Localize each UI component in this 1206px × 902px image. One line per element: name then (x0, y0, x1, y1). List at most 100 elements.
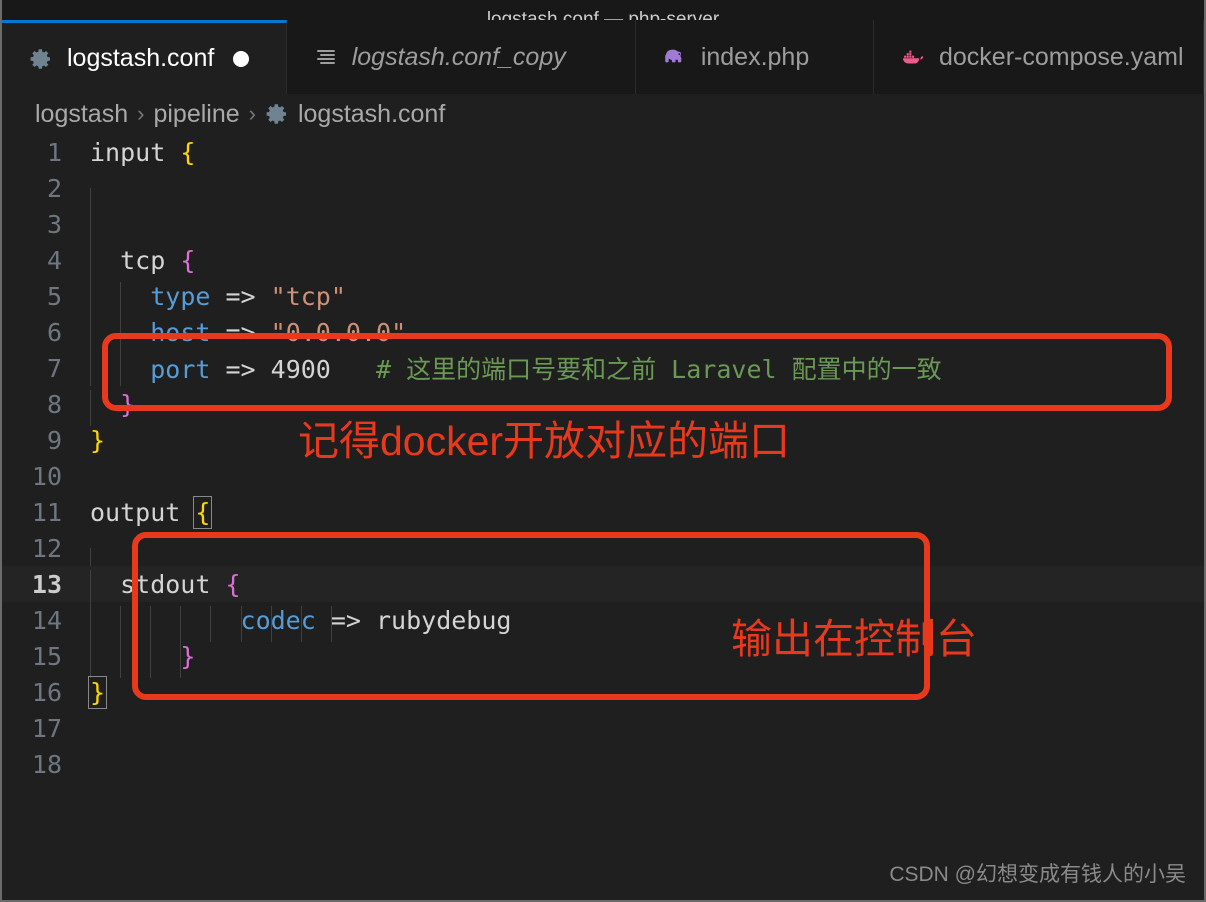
code-line-text: type => "tcp" (90, 281, 1204, 318)
code-line[interactable]: 18 (2, 746, 1204, 782)
code-editor[interactable]: 1 input {2 3 4 tcp {5 type => "tcp" 6 host =… (2, 134, 1204, 900)
code-token: } (120, 389, 136, 419)
code-line-text: } (90, 389, 1204, 426)
code-token: => (210, 317, 271, 347)
unsaved-indicator-icon[interactable] (233, 50, 250, 67)
indent-guide (180, 641, 182, 678)
breadcrumb-item[interactable]: logstash.conf (298, 100, 445, 129)
code-token: => (210, 355, 271, 384)
code-line[interactable]: 11 output { (2, 494, 1204, 530)
indent-guide (90, 317, 91, 354)
line-number: 9 (46, 425, 62, 455)
indent-guide (90, 389, 91, 426)
code-line[interactable]: 12 (2, 530, 1204, 584)
code-token: "0.0.0.0" (270, 317, 407, 347)
line-number: 1 (46, 137, 62, 167)
annotation-docker-port: 记得docker开放对应的端口 (298, 418, 791, 464)
line-number: 16 (31, 677, 62, 707)
code-line[interactable]: 6 host => "0.0.0.0" (2, 314, 1204, 354)
code-line[interactable]: 8 } (2, 386, 1204, 426)
code-token: { (225, 569, 241, 599)
indent-guide (90, 569, 91, 606)
annotation-console-output: 输出在控制台 (731, 616, 977, 662)
code-token: => (210, 281, 271, 311)
line-number: 14 (31, 605, 62, 635)
indent-guide (90, 350, 91, 386)
code-line-text: tcp { (90, 245, 1204, 282)
indent-guide (150, 605, 152, 642)
indent-guide (120, 281, 122, 318)
indent-guide (330, 605, 332, 642)
line-number: 6 (46, 317, 62, 347)
editor-tab-index-php[interactable]: index.php (635, 20, 874, 94)
editor-tab-logstash-conf[interactable]: logstash.conf (2, 20, 287, 94)
code-token: host (150, 317, 211, 347)
code-token: "tcp" (270, 281, 346, 311)
indent-guide (150, 641, 152, 678)
code-line[interactable]: 1 input { (2, 134, 1204, 170)
code-token: rubydebug (376, 605, 512, 635)
editor-tab-bar: logstash.conf logstash.conf_copy index.php… (2, 20, 1204, 94)
docker-whale-icon (900, 44, 926, 70)
code-line[interactable]: 17 (2, 710, 1204, 746)
code-token: type (150, 281, 211, 311)
code-line[interactable]: 16} (2, 674, 1204, 710)
code-line[interactable]: 5 type => "tcp" (2, 278, 1204, 318)
line-number: 12 (31, 533, 62, 563)
code-token: { (180, 137, 196, 167)
indent-guide (90, 641, 91, 678)
code-line-text: codec => rubydebug (90, 605, 1204, 642)
line-number: 11 (31, 497, 62, 527)
indent-guide (120, 641, 122, 678)
code-token: } (90, 425, 106, 455)
breadcrumb-item[interactable]: pipeline (153, 100, 239, 129)
code-token: { (193, 495, 213, 529)
code-token: # 这里的端口号要和之前 Laravel 配置中的一致 (330, 355, 942, 384)
indent-guide (180, 605, 182, 642)
code-line-text: input { (90, 138, 1204, 167)
line-number: 7 (46, 353, 62, 383)
code-token: 4900 (270, 355, 331, 384)
editor-tab-logstash-conf-copy[interactable]: logstash.conf_copy (286, 20, 636, 94)
editor-tab-label: docker-compose.yaml (939, 42, 1184, 71)
window-titlebar: logstash.conf — php-server (2, 0, 1204, 20)
code-token: tcp (90, 245, 181, 275)
indent-guide (90, 605, 91, 642)
breadcrumb-item[interactable]: logstash (35, 100, 128, 129)
code-line[interactable]: 4 tcp { (2, 242, 1204, 282)
editor-tab-label: logstash.conf_copy (351, 42, 566, 71)
breadcrumb-separator-icon: › (248, 101, 256, 126)
line-number: 15 (31, 641, 62, 671)
code-token: input (90, 137, 181, 167)
code-line[interactable]: 14 codec => rubydebug (2, 602, 1204, 642)
code-line[interactable]: 15 } (2, 638, 1204, 678)
code-line[interactable]: 2 (2, 170, 1204, 224)
editor-tab-docker-compose-yaml[interactable]: docker-compose.yaml (874, 20, 1204, 94)
code-token: stdout (90, 569, 226, 599)
code-line[interactable]: 7 port => 4900 # 这里的端口号要和之前 Laravel 配置中的… (2, 350, 1204, 386)
code-token: output (90, 497, 196, 527)
line-number: 3 (46, 209, 62, 239)
editor-tab-label: logstash.conf (67, 44, 215, 72)
indent-guide (120, 317, 122, 354)
line-number: 5 (46, 281, 62, 311)
indent-guide (90, 245, 91, 282)
window-title: logstash.conf — php-server (486, 9, 720, 20)
line-number: 13 (31, 569, 62, 599)
code-line[interactable]: 13 stdout { (2, 566, 1204, 606)
code-token: codec (240, 605, 316, 635)
code-token: { (180, 245, 196, 275)
line-number: 8 (46, 389, 62, 419)
indent-guide (240, 605, 242, 642)
line-number: 2 (46, 173, 62, 203)
code-line-text: output { (90, 495, 1204, 529)
code-token: => (315, 605, 376, 635)
code-line-text: } (87, 675, 1204, 709)
code-token: port (150, 355, 211, 384)
code-line[interactable]: 3 (2, 206, 1204, 260)
line-number: 17 (31, 713, 62, 743)
gear-icon (265, 102, 289, 126)
indent-guide (210, 605, 212, 642)
